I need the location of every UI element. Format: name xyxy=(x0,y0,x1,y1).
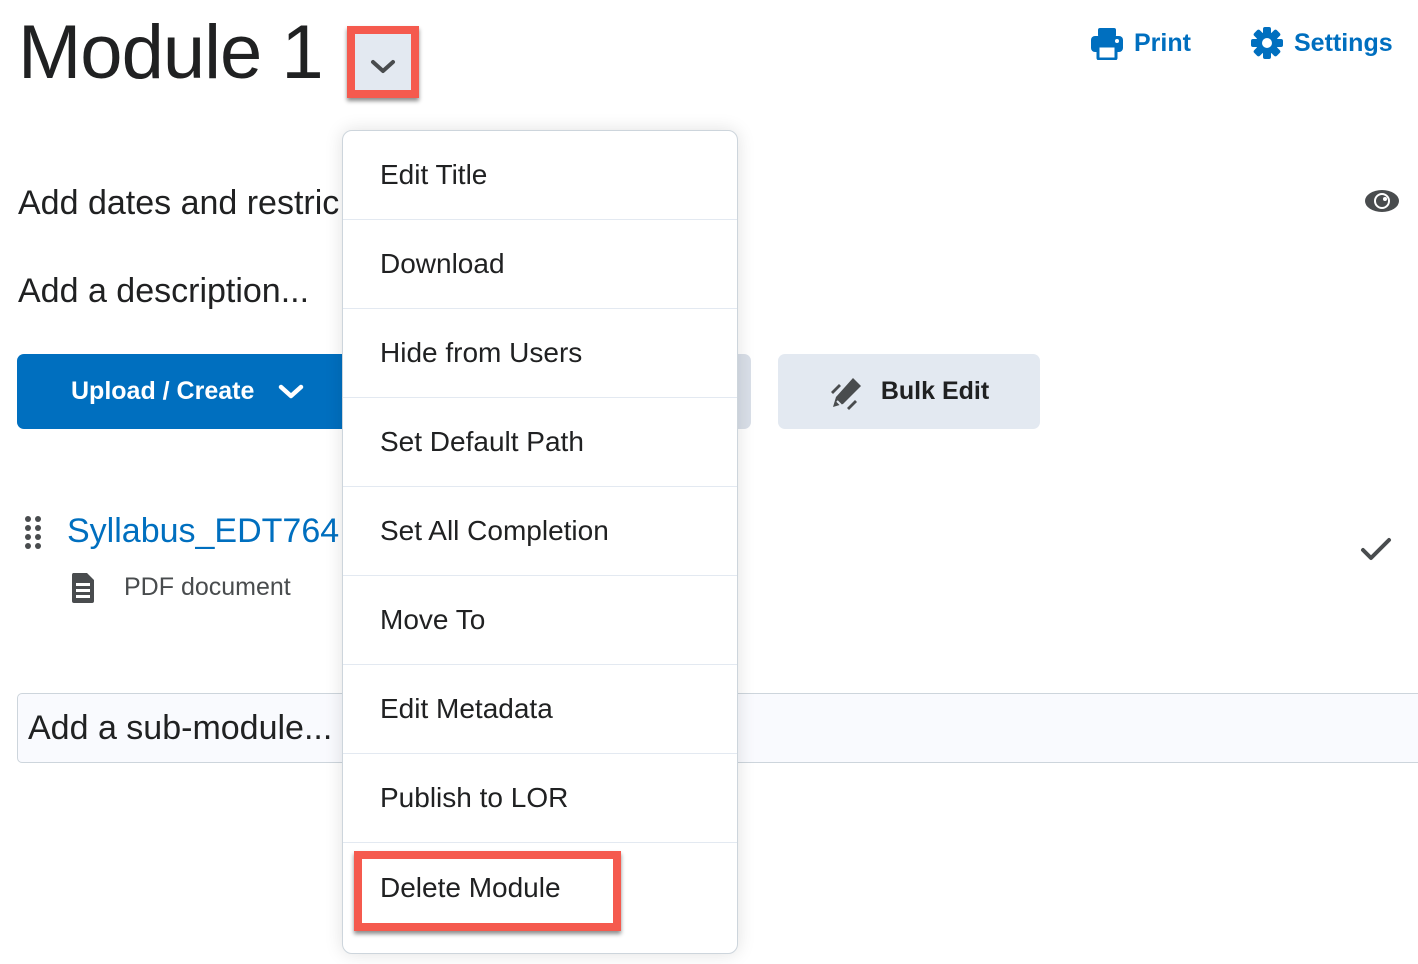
menu-item-label: Set Default Path xyxy=(380,426,584,457)
module-context-menu: Edit Title Download Hide from Users Set … xyxy=(342,130,738,954)
document-icon xyxy=(71,573,94,603)
eye-icon[interactable] xyxy=(1364,188,1400,214)
menu-item-publish-to-lor[interactable]: Publish to LOR xyxy=(343,754,737,843)
topic-type: PDF document xyxy=(124,573,291,601)
pencil-icon xyxy=(830,377,861,410)
chevron-down-icon xyxy=(371,60,395,73)
menu-item-label: Download xyxy=(380,248,505,279)
menu-item-edit-metadata[interactable]: Edit Metadata xyxy=(343,665,737,754)
bulk-edit-button[interactable]: Bulk Edit xyxy=(778,354,1040,429)
bulk-edit-label: Bulk Edit xyxy=(880,377,990,405)
chevron-down-icon xyxy=(279,384,304,398)
menu-item-edit-title[interactable]: Edit Title xyxy=(343,131,737,220)
upload-create-label: Upload / Create xyxy=(71,377,255,405)
menu-item-label: Hide from Users xyxy=(380,337,583,368)
printer-icon xyxy=(1091,28,1123,60)
page-title: Module 1 xyxy=(18,10,324,95)
settings-button[interactable]: Settings xyxy=(1250,26,1393,60)
module-options-button[interactable] xyxy=(347,26,419,98)
print-button[interactable]: Print xyxy=(1090,26,1191,60)
add-dates-link[interactable]: Add dates and restric xyxy=(18,184,339,223)
add-submodule-placeholder: Add a sub-module... xyxy=(28,708,333,747)
menu-item-label: Edit Title xyxy=(380,159,488,190)
settings-label: Settings xyxy=(1294,28,1393,57)
menu-item-move-to[interactable]: Move To xyxy=(343,576,737,665)
gear-icon xyxy=(1251,27,1283,59)
check-icon xyxy=(1361,538,1391,560)
menu-item-download[interactable]: Download xyxy=(343,220,737,309)
upload-create-button[interactable]: Upload / Create xyxy=(17,354,397,429)
menu-item-label: Delete Module xyxy=(380,871,561,903)
menu-item-label: Publish to LOR xyxy=(380,782,569,813)
menu-item-set-all-completion[interactable]: Set All Completion xyxy=(343,487,737,576)
menu-item-hide-from-users[interactable]: Hide from Users xyxy=(343,309,737,398)
print-label: Print xyxy=(1134,28,1191,57)
menu-item-label: Move To xyxy=(380,604,486,635)
menu-item-label: Edit Metadata xyxy=(380,693,553,724)
menu-item-label: Set All Completion xyxy=(380,515,609,546)
topic-link[interactable]: Syllabus_EDT764 xyxy=(67,512,339,551)
menu-item-delete-module[interactable]: Delete Module xyxy=(343,843,737,932)
add-description-link[interactable]: Add a description... xyxy=(18,272,309,311)
menu-item-set-default-path[interactable]: Set Default Path xyxy=(343,398,737,487)
drag-handle-icon[interactable] xyxy=(24,515,42,551)
